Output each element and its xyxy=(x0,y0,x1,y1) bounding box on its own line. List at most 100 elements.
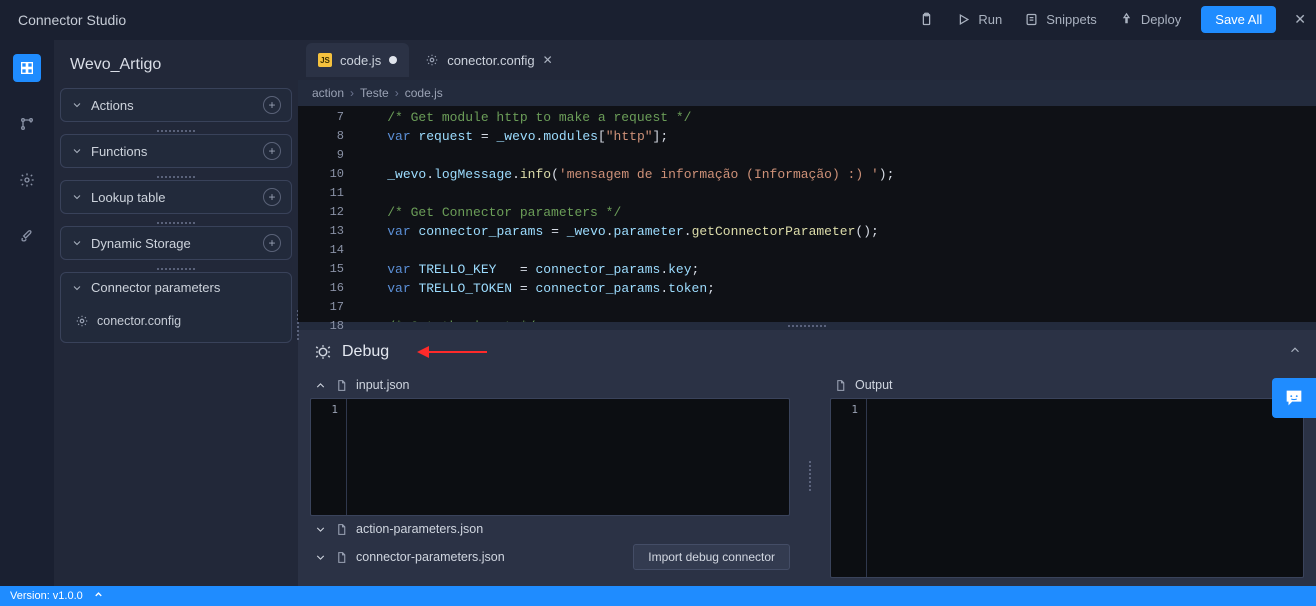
debug-panel: Debug input.json 1 xyxy=(298,330,1316,586)
deploy-label: Deploy xyxy=(1141,12,1181,27)
chevron-down-icon xyxy=(71,237,83,249)
add-function-button[interactable]: + xyxy=(263,142,281,160)
debug-output-label: Output xyxy=(855,378,893,392)
import-debug-connector-button[interactable]: Import debug connector xyxy=(633,544,790,570)
play-icon xyxy=(956,12,971,27)
debug-input-header[interactable]: input.json xyxy=(310,374,790,398)
rail-deploy[interactable] xyxy=(13,222,41,250)
run-button[interactable]: Run xyxy=(956,12,1002,27)
grid-icon xyxy=(19,60,35,76)
rail-settings[interactable] xyxy=(13,166,41,194)
add-action-button[interactable]: + xyxy=(263,96,281,114)
deploy-button[interactable]: Deploy xyxy=(1119,12,1181,27)
annotation-arrow-icon xyxy=(417,345,487,359)
code-content[interactable]: /* Get module http to make a request */ … xyxy=(356,106,1316,322)
breadcrumb-separator-icon: › xyxy=(395,86,399,100)
crumb-action[interactable]: action xyxy=(312,86,344,100)
chevron-up-icon xyxy=(314,379,327,392)
vertical-drag-handle[interactable] xyxy=(806,374,814,578)
chevron-down-icon xyxy=(314,523,327,536)
status-bar: Version: v1.0.0 xyxy=(0,586,1316,606)
rail-home[interactable] xyxy=(13,54,41,82)
rocket-icon xyxy=(19,228,35,244)
debug-input-label: input.json xyxy=(356,378,410,392)
run-label: Run xyxy=(978,12,1002,27)
clipboard-button[interactable] xyxy=(919,12,934,27)
line-gutter: 7 8 9 10 11 12 13 14 15 16 17 18 xyxy=(298,106,356,322)
tab-code-label: code.js xyxy=(340,53,381,68)
line-number: 12 xyxy=(298,203,356,222)
content-area: JS code.js conector.config ✕ action › Te… xyxy=(298,40,1316,586)
debug-action-params-label: action-parameters.json xyxy=(356,522,483,536)
panel-dynamic: Dynamic Storage + xyxy=(60,226,292,260)
tab-conector-config[interactable]: conector.config ✕ xyxy=(413,43,565,77)
file-icon xyxy=(335,551,348,564)
chevron-down-icon xyxy=(71,191,83,203)
panel-dynamic-header[interactable]: Dynamic Storage + xyxy=(61,227,291,259)
rail-branch[interactable] xyxy=(13,110,41,138)
snippets-label: Snippets xyxy=(1046,12,1097,27)
file-label: conector.config xyxy=(97,314,181,328)
debug-connector-params-row[interactable]: connector-parameters.json Import debug c… xyxy=(310,538,790,572)
debug-collapse-button[interactable] xyxy=(1288,343,1302,362)
panel-functions: Functions + xyxy=(60,134,292,168)
close-button[interactable]: ✕ xyxy=(1294,11,1306,28)
file-icon xyxy=(834,379,847,392)
crumb-teste[interactable]: Teste xyxy=(360,86,389,100)
breadcrumb: action › Teste › code.js xyxy=(298,80,1316,106)
debug-title: Debug xyxy=(342,343,389,361)
version-label: Version: v1.0.0 xyxy=(10,590,83,602)
gear-icon xyxy=(75,314,89,328)
project-name: Wevo_Artigo xyxy=(60,50,292,88)
panel-actions-header[interactable]: Actions + xyxy=(61,89,291,121)
file-conector-config[interactable]: conector.config xyxy=(67,308,285,334)
line-number: 17 xyxy=(298,298,356,317)
explorer: Wevo_Artigo Actions + Functions + xyxy=(54,40,298,586)
save-all-button[interactable]: Save All xyxy=(1201,6,1276,33)
deploy-icon xyxy=(1119,12,1134,27)
side-rail xyxy=(0,40,54,586)
add-dynamic-button[interactable]: + xyxy=(263,234,281,252)
line-number: 13 xyxy=(298,222,356,241)
panel-lookup: Lookup table + xyxy=(60,180,292,214)
status-expand-button[interactable] xyxy=(93,589,104,603)
panel-lookup-header[interactable]: Lookup table + xyxy=(61,181,291,213)
chat-fab[interactable] xyxy=(1272,378,1316,418)
line-number: 1 xyxy=(311,403,338,416)
js-icon: JS xyxy=(318,53,332,67)
line-number: 16 xyxy=(298,279,356,298)
gear-icon xyxy=(425,53,439,67)
tab-close-button[interactable]: ✕ xyxy=(543,53,553,67)
add-lookup-button[interactable]: + xyxy=(263,188,281,206)
debug-header: Debug xyxy=(298,330,1316,374)
chevron-down-icon xyxy=(71,282,83,294)
editor-tabs: JS code.js conector.config ✕ xyxy=(298,40,1316,80)
panel-connector-params: Connector parameters conector.config xyxy=(60,272,292,343)
code-editor[interactable]: 7 8 9 10 11 12 13 14 15 16 17 18 /* Get … xyxy=(298,106,1316,322)
snippets-button[interactable]: Snippets xyxy=(1024,12,1097,27)
line-number: 9 xyxy=(298,146,356,165)
line-number: 15 xyxy=(298,260,356,279)
branch-icon xyxy=(19,116,35,132)
clipboard-icon xyxy=(919,12,934,27)
panel-dynamic-label: Dynamic Storage xyxy=(91,236,255,251)
dirty-indicator-icon xyxy=(389,56,397,64)
panel-actions-label: Actions xyxy=(91,98,255,113)
crumb-code[interactable]: code.js xyxy=(405,86,443,100)
panel-lookup-label: Lookup table xyxy=(91,190,255,205)
panel-functions-header[interactable]: Functions + xyxy=(61,135,291,167)
tab-code-js[interactable]: JS code.js xyxy=(306,43,409,77)
debug-action-params-row[interactable]: action-parameters.json xyxy=(310,516,790,538)
panel-connector-params-header[interactable]: Connector parameters xyxy=(61,273,291,302)
chevron-down-icon xyxy=(71,99,83,111)
panel-connector-params-label: Connector parameters xyxy=(91,280,281,295)
debug-input-editor[interactable]: 1 xyxy=(310,398,790,516)
horizontal-drag-handle[interactable] xyxy=(298,322,1316,330)
debug-output-editor[interactable]: 1 xyxy=(830,398,1304,578)
breadcrumb-separator-icon: › xyxy=(350,86,354,100)
gear-icon xyxy=(19,172,35,188)
chat-icon xyxy=(1283,387,1305,409)
line-number: 7 xyxy=(298,108,356,127)
debug-output-header: Output xyxy=(830,374,1304,398)
line-number: 14 xyxy=(298,241,356,260)
